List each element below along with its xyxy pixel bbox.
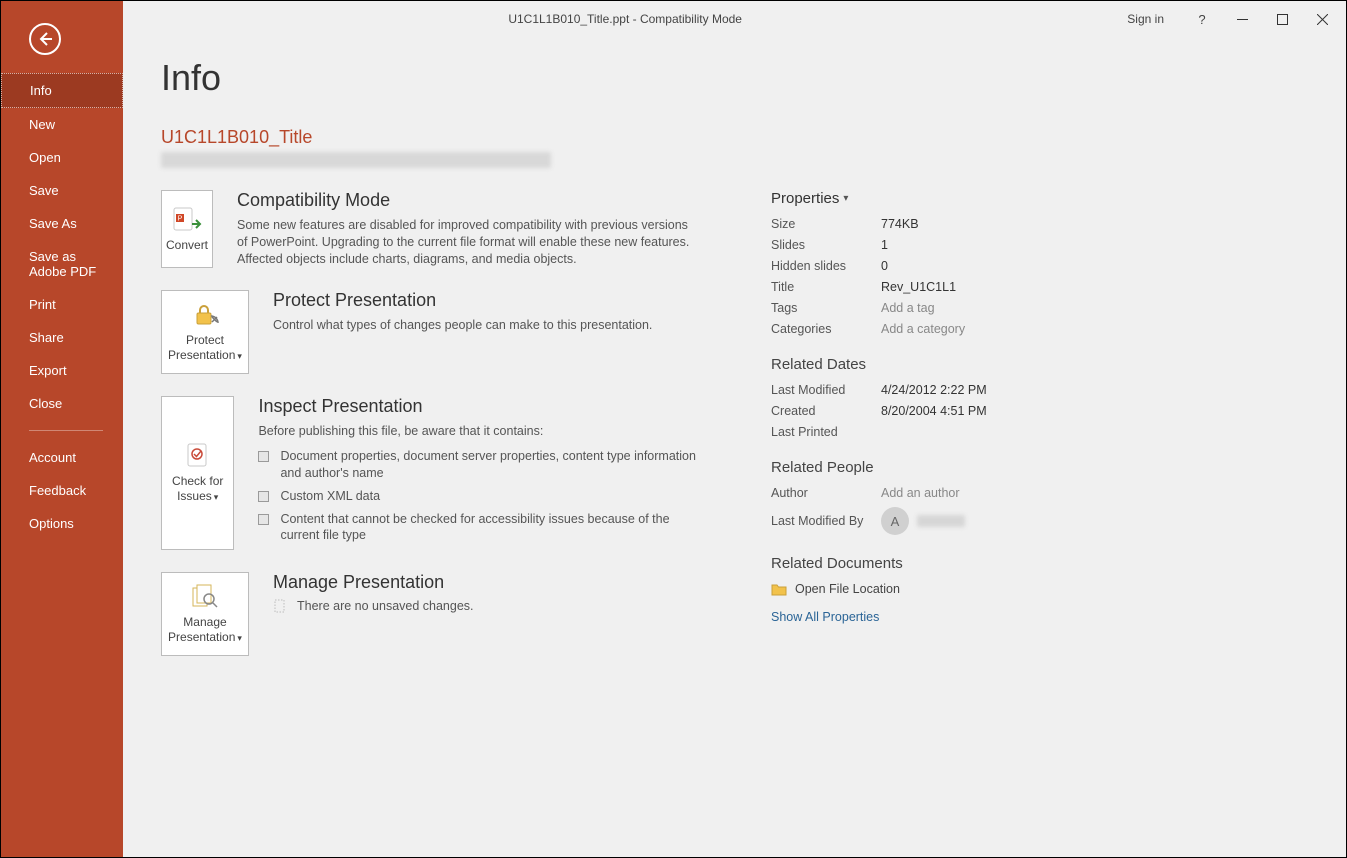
sidebar-item-info[interactable]: Info	[1, 73, 123, 108]
back-arrow-icon	[37, 31, 53, 47]
page-title: Info	[161, 57, 1306, 99]
sidebar-item-export[interactable]: Export	[1, 354, 123, 387]
sidebar-item-open[interactable]: Open	[1, 141, 123, 174]
sign-in-link[interactable]: Sign in	[1127, 12, 1164, 26]
inspect-heading: Inspect Presentation	[258, 396, 701, 417]
maximize-button[interactable]	[1262, 4, 1302, 34]
prop-key-last-modified-by: Last Modified By	[771, 514, 871, 528]
help-button[interactable]: ?	[1182, 12, 1222, 27]
prop-val-author[interactable]: Add an author	[881, 486, 1306, 500]
prop-key-last-printed: Last Printed	[771, 425, 871, 439]
file-title: U1C1L1B010_Title	[161, 127, 1306, 148]
prop-key-size: Size	[771, 217, 871, 231]
sidebar-item-new[interactable]: New	[1, 108, 123, 141]
window-title: U1C1L1B010_Title.ppt - Compatibility Mod…	[123, 12, 1127, 26]
svg-text:P: P	[178, 215, 183, 222]
minimize-button[interactable]	[1222, 4, 1262, 34]
document-icon	[273, 599, 287, 613]
open-file-location-link[interactable]: Open File Location	[771, 582, 1306, 596]
prop-val-categories[interactable]: Add a category	[881, 322, 1306, 336]
lock-icon	[190, 301, 220, 327]
show-all-properties-link[interactable]: Show All Properties	[771, 610, 879, 624]
sidebar-item-feedback[interactable]: Feedback	[1, 474, 123, 507]
prop-key-hidden: Hidden slides	[771, 259, 871, 273]
sidebar-separator	[29, 430, 103, 431]
sidebar-item-account[interactable]: Account	[1, 441, 123, 474]
chevron-down-icon: ▾	[843, 193, 848, 204]
prop-key-slides: Slides	[771, 238, 871, 252]
maximize-icon	[1277, 14, 1288, 25]
chevron-down-icon: ▾	[214, 492, 219, 502]
protect-presentation-button[interactable]: Protect Presentation▾	[161, 290, 249, 374]
list-item: Custom XML data	[258, 488, 701, 505]
related-dates-heading: Related Dates	[771, 356, 1306, 373]
convert-icon: P	[172, 206, 202, 232]
prop-key-created: Created	[771, 404, 871, 418]
related-people-heading: Related People	[771, 459, 1306, 476]
prop-val-slides: 1	[881, 238, 1306, 252]
compat-heading: Compatibility Mode	[237, 190, 701, 211]
list-item: Document properties, document server pro…	[258, 448, 701, 482]
properties-dropdown[interactable]: Properties▾	[771, 190, 848, 207]
protect-button-label: Protect Presentation▾	[168, 333, 242, 363]
backstage-sidebar: Info New Open Save Save As Save as Adobe…	[1, 1, 123, 857]
section-compatibility: P Convert Compatibility Mode Some new fe…	[161, 190, 701, 268]
prop-val-size: 774KB	[881, 217, 1306, 231]
file-path	[161, 152, 551, 168]
manage-icon	[190, 583, 220, 609]
prop-val-hidden: 0	[881, 259, 1306, 273]
sidebar-item-save-as[interactable]: Save As	[1, 207, 123, 240]
prop-val-last-modified: 4/24/2012 2:22 PM	[881, 383, 1306, 397]
sidebar-item-close[interactable]: Close	[1, 387, 123, 420]
avatar: A	[881, 507, 909, 535]
compat-desc: Some new features are disabled for impro…	[237, 217, 701, 268]
inspect-desc: Before publishing this file, be aware th…	[258, 423, 701, 440]
prop-key-author: Author	[771, 486, 871, 500]
prop-val-tags[interactable]: Add a tag	[881, 301, 1306, 315]
prop-val-title[interactable]: Rev_U1C1L1	[881, 280, 1306, 294]
last-modified-by-user[interactable]: A	[881, 507, 1306, 535]
protect-desc: Control what types of changes people can…	[273, 317, 652, 334]
prop-key-tags: Tags	[771, 301, 871, 315]
prop-key-title: Title	[771, 280, 871, 294]
user-name	[917, 515, 965, 527]
sidebar-item-save[interactable]: Save	[1, 174, 123, 207]
close-icon	[1317, 14, 1328, 25]
inspect-icon	[183, 442, 213, 468]
check-issues-button-label: Check for Issues▾	[172, 474, 223, 504]
convert-button-label: Convert	[166, 238, 208, 253]
section-manage: Manage Presentation▾ Manage Presentation…	[161, 572, 701, 656]
folder-icon	[771, 582, 787, 596]
protect-heading: Protect Presentation	[273, 290, 652, 311]
manage-heading: Manage Presentation	[273, 572, 474, 593]
prop-val-last-printed	[881, 425, 1306, 439]
sidebar-item-print[interactable]: Print	[1, 288, 123, 321]
prop-key-categories: Categories	[771, 322, 871, 336]
titlebar: U1C1L1B010_Title.ppt - Compatibility Mod…	[1, 1, 1346, 37]
back-button[interactable]	[29, 23, 61, 55]
sidebar-item-save-as-adobe-pdf[interactable]: Save as Adobe PDF	[1, 240, 123, 288]
minimize-icon	[1237, 14, 1248, 25]
section-inspect: Check for Issues▾ Inspect Presentation B…	[161, 396, 701, 550]
main-content: Info U1C1L1B010_Title P Convert Compatib…	[123, 1, 1346, 857]
sidebar-item-options[interactable]: Options	[1, 507, 123, 540]
convert-button[interactable]: P Convert	[161, 190, 213, 268]
prop-val-created: 8/20/2004 4:51 PM	[881, 404, 1306, 418]
manage-status: There are no unsaved changes.	[297, 599, 474, 613]
chevron-down-icon: ▾	[237, 351, 242, 361]
properties-panel: Properties▾ Size 774KB Slides 1 Hidden s…	[771, 190, 1306, 678]
manage-button-label: Manage Presentation▾	[168, 615, 242, 645]
inspect-list: Document properties, document server pro…	[258, 448, 701, 544]
related-documents-heading: Related Documents	[771, 555, 1306, 572]
check-for-issues-button[interactable]: Check for Issues▾	[161, 396, 234, 550]
chevron-down-icon: ▾	[237, 633, 242, 643]
list-item: Content that cannot be checked for acces…	[258, 511, 701, 545]
sidebar-item-share[interactable]: Share	[1, 321, 123, 354]
prop-key-last-modified: Last Modified	[771, 383, 871, 397]
manage-presentation-button[interactable]: Manage Presentation▾	[161, 572, 249, 656]
close-button[interactable]	[1302, 4, 1342, 34]
section-protect: Protect Presentation▾ Protect Presentati…	[161, 290, 701, 374]
